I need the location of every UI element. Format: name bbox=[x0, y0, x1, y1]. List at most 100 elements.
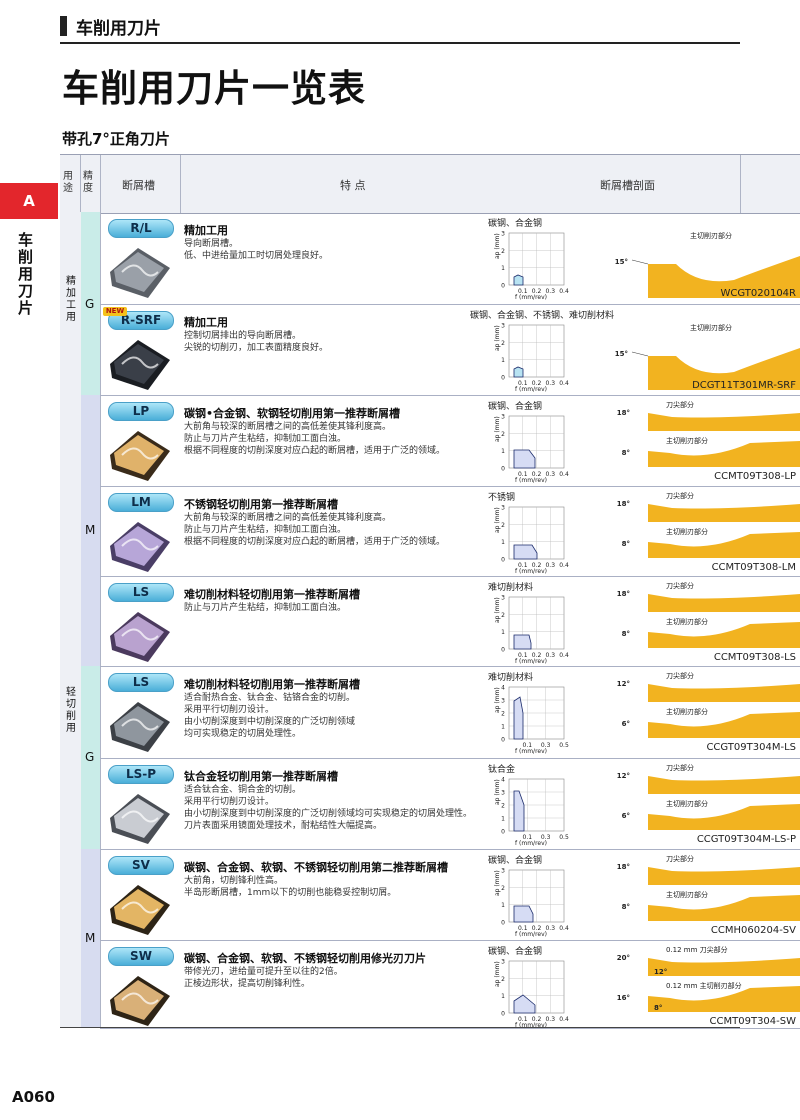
header-groove: 断屑槽 bbox=[122, 179, 155, 192]
ap-tick-label: 0 bbox=[501, 466, 505, 473]
insert-row: LS 难切削材料轻切削用第一推荐断屑槽 防止与刀片产生粘结，抑制加工面白浊。 难切削材… bbox=[100, 576, 800, 667]
insert-row: LP 碳钢•合金钢、软钢轻切削用第一推荐断屑槽 大前角与较深的断屑槽之间的高低差使其… bbox=[100, 395, 800, 487]
chipbreaking-range-chart: 32100.1 0.2 0.3 0.4ap (mm)f (mm/rev) bbox=[494, 959, 569, 1029]
header-use: 用途 bbox=[63, 171, 73, 194]
insert-code[interactable]: WCGT020104R bbox=[721, 288, 797, 299]
feature-title: 精加工用 bbox=[184, 224, 228, 237]
section-header: 车削用刀片 bbox=[60, 10, 740, 44]
recommended-range-area bbox=[513, 274, 524, 286]
recommended-range-area bbox=[513, 634, 532, 650]
insert-row: LM 不锈钢轻切削用第一推荐断屑槽 大前角与较深的断屑槽之间的高低差使其锋利度高。 … bbox=[100, 486, 800, 577]
insert-image bbox=[110, 976, 170, 1026]
ap-tick-label: 2 bbox=[501, 431, 505, 438]
nose-angle-label: 18° bbox=[617, 590, 630, 598]
insert-code[interactable]: CCGT09T304M-LS bbox=[706, 742, 796, 753]
feature-description: 控制切屑排出的导向断屑槽。 尖锐的切削刃，加工表面精度良好。 bbox=[184, 331, 329, 353]
edge-annotation: 主切削刃部分 bbox=[690, 231, 732, 240]
ap-tick-label: 1 bbox=[501, 993, 505, 1000]
ap-tick-label: 0 bbox=[501, 1011, 505, 1018]
edge-annotation: 主切削刃部分 bbox=[666, 617, 708, 626]
insert-code[interactable]: CCMT09T308-LM bbox=[712, 562, 796, 573]
f-tick-label: 0.5 bbox=[559, 742, 569, 749]
precision-g1: G bbox=[85, 297, 95, 311]
chipbreaking-range-chart: 432100.1 0.3 0.5ap (mm)f (mm/rev) bbox=[494, 777, 569, 847]
edge-angle-label: 16° bbox=[617, 994, 630, 1002]
edge-annotation: 主切削刃部分 bbox=[666, 707, 708, 716]
ap-tick-label: 3 bbox=[501, 959, 505, 966]
chapter-label: 车削用刀片 bbox=[18, 231, 34, 317]
nose-angle-label: 20° bbox=[617, 954, 630, 962]
precision-m1-cell: M bbox=[81, 395, 101, 667]
insert-image bbox=[110, 248, 170, 298]
groove-badge[interactable]: LS bbox=[108, 583, 174, 602]
ap-tick-label: 3 bbox=[501, 790, 505, 797]
groove-profile-diagram: 18° 8° 刀尖部分主切削刃部分 bbox=[617, 581, 800, 648]
groove-profile-diagram: 18° 8° 刀尖部分主切削刃部分 bbox=[617, 854, 800, 921]
ap-axis-label: ap (mm) bbox=[494, 416, 501, 442]
insert-code[interactable]: DCGT11T301MR-SRF bbox=[692, 380, 796, 391]
use-light-cell: 轻切削用 bbox=[60, 395, 82, 1028]
edge-angle-label: 8° bbox=[622, 903, 630, 911]
ap-axis-label: ap (mm) bbox=[494, 325, 501, 351]
edge-annotation: 主切削刃部分 bbox=[690, 323, 732, 332]
ap-tick-label: 0 bbox=[501, 647, 505, 654]
precision-g2-cell: G bbox=[81, 666, 101, 850]
groove-badge[interactable]: LP bbox=[108, 402, 174, 421]
ap-tick-label: 2 bbox=[501, 885, 505, 892]
insert-code[interactable]: CCMT09T308-LP bbox=[714, 471, 796, 482]
ap-axis-label: ap (mm) bbox=[494, 507, 501, 533]
f-axis-label: f (mm/rev) bbox=[515, 477, 547, 483]
ap-tick-label: 2 bbox=[501, 612, 505, 619]
f-tick-label: 0.5 bbox=[559, 834, 569, 841]
section-title: 车削用刀片 bbox=[76, 19, 161, 39]
insert-image bbox=[110, 431, 170, 481]
groove-badge[interactable]: R/L bbox=[108, 219, 174, 238]
nose-angle-label: 12° bbox=[617, 772, 630, 780]
chipbreaking-range-chart: 32100.1 0.2 0.3 0.4ap (mm)f (mm/rev) bbox=[494, 505, 569, 575]
groove-badge[interactable]: LS-P bbox=[108, 765, 174, 784]
header-section: 断屑槽剖面 bbox=[600, 179, 655, 192]
insert-image bbox=[110, 702, 170, 752]
f-axis-label: f (mm/rev) bbox=[515, 748, 547, 754]
feature-title: 难切削材料轻切削用第一推荐断屑槽 bbox=[184, 678, 360, 691]
groove-badge[interactable]: SV bbox=[108, 856, 174, 875]
ap-tick-label: 3 bbox=[501, 868, 505, 875]
feature-description: 大前角，切削锋利性高。 半岛形断屑槽，1mm以下的切削也能稳妥控制切屑。 bbox=[184, 876, 397, 898]
groove-badge[interactable]: LM bbox=[108, 493, 174, 512]
f-tick-label: 0.4 bbox=[559, 925, 569, 932]
insert-code[interactable]: CCMT09T308-LS bbox=[714, 652, 796, 663]
ap-tick-label: 3 bbox=[501, 323, 505, 330]
chipbreaking-range-chart: 32100.1 0.2 0.3 0.4ap (mm)f (mm/rev) bbox=[494, 595, 569, 665]
use-light-label: 轻切削用 bbox=[66, 687, 76, 734]
nose-annotation: 刀尖部分 bbox=[666, 400, 694, 409]
ap-tick-label: 1 bbox=[501, 265, 505, 272]
insert-code[interactable]: CCMT09T304-SW bbox=[710, 1016, 796, 1027]
groove-badge[interactable]: SW bbox=[108, 947, 174, 966]
ap-tick-label: 1 bbox=[501, 448, 505, 455]
header-precision: 精度 bbox=[83, 171, 93, 194]
feature-description: 适合钛合金、铜合金的切削。 采用平行切削刃设计。 由小切削深度到中切削深度的广泛… bbox=[184, 785, 473, 831]
header-feature: 特 点 bbox=[340, 179, 366, 192]
insert-code[interactable]: CCGT09T304M-LS-P bbox=[697, 834, 796, 845]
land-angle-label: 8° bbox=[654, 1004, 662, 1012]
insert-image bbox=[110, 340, 170, 390]
ap-tick-label: 1 bbox=[501, 629, 505, 636]
edge-annotation: 主切削刃部分 bbox=[666, 436, 708, 445]
ap-tick-label: 0 bbox=[501, 829, 505, 836]
f-axis-label: f (mm/rev) bbox=[515, 568, 547, 574]
nose-angle-label: 18° bbox=[617, 409, 630, 417]
nose-annotation: 刀尖部分 bbox=[666, 671, 694, 680]
page-number: A060 bbox=[12, 1088, 55, 1106]
f-tick-label: 0.4 bbox=[559, 652, 569, 659]
precision-m1: M bbox=[85, 523, 96, 537]
insert-code[interactable]: CCMH060204-SV bbox=[711, 925, 796, 936]
insert-row: SW 碳钢、合金钢、软钢、不锈钢轻切削用修光刃刀片 带修光刃，进给量可提升至以往的2… bbox=[100, 940, 800, 1029]
groove-profile-diagram: 12° 6° 刀尖部分主切削刃部分 bbox=[617, 671, 800, 738]
edge-angle-label: 8° bbox=[622, 630, 630, 638]
f-axis-label: f (mm/rev) bbox=[515, 840, 547, 846]
edge-angle-label: 6° bbox=[622, 812, 630, 820]
groove-profile-diagram: 12° 6° 刀尖部分主切削刃部分 bbox=[617, 763, 800, 830]
use-finish-label: 精加工用 bbox=[66, 276, 76, 323]
chapter-tab[interactable]: A bbox=[0, 183, 58, 219]
groove-badge[interactable]: LS bbox=[108, 673, 174, 692]
